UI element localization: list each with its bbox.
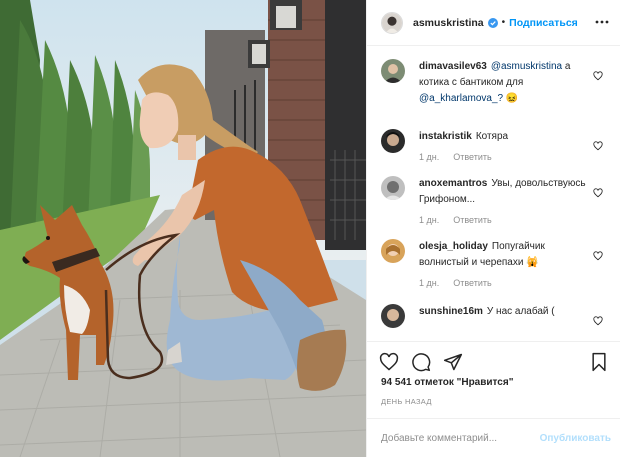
comment-time: 1 дн. — [419, 215, 440, 225]
comment-avatar[interactable] — [381, 59, 405, 83]
post-photo-illustration — [0, 0, 366, 457]
comment-mention[interactable]: @a_kharlamova_? — [419, 93, 503, 104]
comment-time: 1 дн. — [419, 278, 440, 288]
comment-text: dimavasilev63 @asmuskristina а котика с б… — [419, 59, 589, 107]
share-icon[interactable] — [443, 352, 463, 372]
follow-button[interactable]: Подписаться — [509, 17, 578, 29]
comment-item: anoxemantros Увы, довольствуюсь Грифоном.… — [367, 176, 620, 225]
comment-input[interactable] — [381, 432, 540, 444]
comment-like-icon[interactable] — [593, 141, 603, 151]
comment-text: instakristik Котяра — [419, 129, 589, 145]
header-separator: • — [501, 17, 506, 28]
comment-like-icon[interactable] — [593, 188, 603, 198]
comment-text: anoxemantros Увы, довольствуюсь Грифоном.… — [419, 176, 589, 208]
publish-button[interactable]: Опубликовать — [540, 433, 611, 444]
comment-avatar[interactable] — [381, 129, 405, 153]
comment-emoji: 🙀 — [526, 257, 539, 268]
author-username[interactable]: asmuskristina — [413, 17, 484, 29]
comment-meta: 1 дн. Ответить — [419, 278, 589, 288]
post-timestamp[interactable]: ДЕНЬ НАЗАД — [381, 397, 432, 406]
comment-avatar[interactable] — [381, 304, 405, 328]
comment-emoji: 😖 — [505, 93, 519, 104]
likes-count[interactable]: 94 541 отметок "Нравится" — [381, 377, 513, 388]
comment-avatar[interactable] — [381, 239, 405, 263]
comment-icon[interactable] — [411, 352, 431, 372]
add-comment-bar: Опубликовать — [367, 418, 620, 457]
comment-username[interactable]: olesja_holiday — [419, 241, 488, 252]
comment-like-icon[interactable] — [593, 316, 603, 326]
more-icon[interactable] — [595, 15, 609, 29]
comment-username[interactable]: sunshine16m — [419, 306, 483, 317]
comment-mention[interactable]: @asmuskristina — [491, 61, 562, 72]
comment-like-icon[interactable] — [593, 251, 603, 261]
comment-like-icon[interactable] — [593, 71, 603, 81]
action-bar — [367, 341, 620, 379]
comment-text: sunshine16m У нас алабай ( — [419, 304, 589, 320]
author-avatar[interactable] — [381, 11, 403, 34]
comment-time: 1 дн. — [419, 152, 440, 162]
reply-button[interactable]: Ответить — [453, 215, 491, 225]
comment-item: instakristik Котяра 1 дн. Ответить — [367, 129, 620, 162]
comment-username[interactable]: instakristik — [419, 131, 472, 142]
reply-button[interactable]: Ответить — [453, 152, 491, 162]
heart-icon[interactable] — [379, 352, 399, 372]
bookmark-icon[interactable] — [589, 352, 609, 372]
comment-text: olesja_holiday Попугайчик волнистый и чер… — [419, 239, 589, 271]
post-side-panel: asmuskristina • Подписаться dimavasilev6… — [366, 0, 620, 457]
comment-username[interactable]: dimavasilev63 — [419, 61, 487, 72]
reply-button[interactable]: Ответить — [453, 278, 491, 288]
post-photo[interactable] — [0, 0, 366, 457]
verified-icon — [487, 17, 498, 28]
comment-body: У нас алабай ( — [486, 306, 555, 317]
comment-meta: 1 дн. Ответить — [419, 152, 589, 162]
comment-avatar[interactable] — [381, 176, 405, 200]
comments-list[interactable]: dimavasilev63 @asmuskristina а котика с б… — [367, 47, 620, 341]
comment-username[interactable]: anoxemantros — [419, 178, 487, 189]
comment-item: sunshine16m У нас алабай ( — [367, 304, 620, 328]
comment-body: Котяра — [475, 131, 509, 142]
comment-meta: 1 дн. Ответить — [419, 215, 589, 225]
comment-item: olesja_holiday Попугайчик волнистый и чер… — [367, 239, 620, 288]
comment-item: dimavasilev63 @asmuskristina а котика с б… — [367, 59, 620, 107]
post-header: asmuskristina • Подписаться — [367, 0, 620, 46]
